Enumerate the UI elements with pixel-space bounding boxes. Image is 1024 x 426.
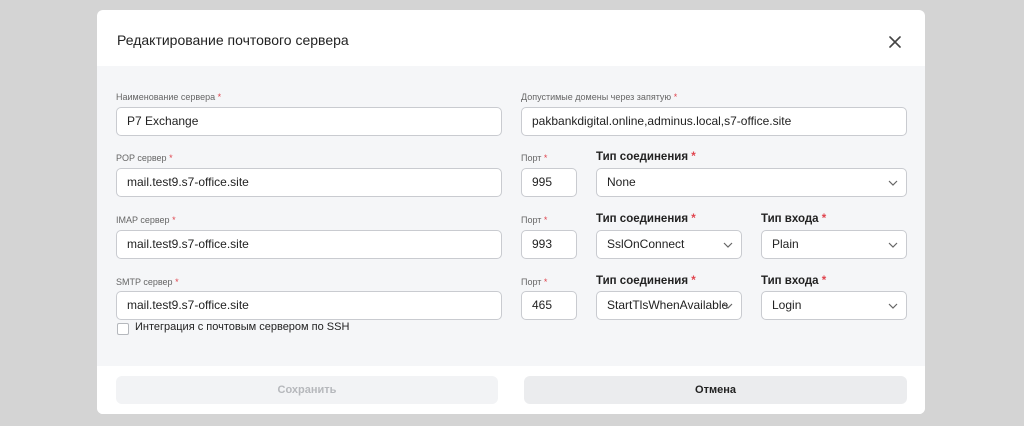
chevron-down-icon [888,180,898,186]
imap-server-input[interactable]: mail.test9.s7-office.site [116,230,502,259]
chevron-down-icon [888,242,898,248]
imap-server-label: IMAP сервер * [116,215,176,225]
smtp-port-input[interactable]: 465 [521,291,577,320]
server-name-label: Наименование сервера * [116,92,222,102]
smtp-connection-type-value: StartTlsWhenAvailable [607,298,729,312]
ssh-integration-label[interactable]: Интеграция с почтовым сервером по SSH [135,321,349,333]
smtp-connection-type-select[interactable]: StartTlsWhenAvailable [596,291,742,320]
dialog-footer: Сохранить Отмена [97,366,925,414]
pop-connection-type-label: Тип соединения * [596,151,696,163]
smtp-connection-type-label: Тип соединения * [596,275,696,287]
pop-port-input[interactable]: 995 [521,168,577,197]
chevron-down-icon [888,303,898,309]
imap-port-input[interactable]: 993 [521,230,577,259]
edit-mail-server-dialog: Редактирование почтового сервера Наимено… [97,10,925,414]
pop-connection-type-select[interactable]: None [596,168,907,197]
pop-server-label: POP сервер * [116,153,173,163]
smtp-port-label: Порт * [521,277,548,287]
pop-port-label: Порт * [521,153,548,163]
smtp-login-type-value: Login [772,298,802,312]
dialog-header: Редактирование почтового сервера [97,10,925,66]
imap-login-type-value: Plain [772,237,799,251]
close-icon [889,36,901,48]
smtp-server-label: SMTP сервер * [116,277,179,287]
dialog-title: Редактирование почтового сервера [117,32,349,48]
imap-connection-type-value: SslOnConnect [607,237,685,251]
chevron-down-icon [723,242,733,248]
chevron-down-icon [723,303,733,309]
imap-login-type-select[interactable]: Plain [761,230,907,259]
cancel-button[interactable]: Отмена [524,376,907,404]
imap-port-label: Порт * [521,215,548,225]
smtp-login-type-select[interactable]: Login [761,291,907,320]
smtp-login-type-label: Тип входа * [761,275,827,287]
smtp-server-input[interactable]: mail.test9.s7-office.site [116,291,502,320]
domains-label: Допустимые домены через запятую * [521,92,678,102]
server-name-input[interactable]: P7 Exchange [116,107,502,136]
imap-login-type-label: Тип входа * [761,213,827,225]
domains-input[interactable]: pakbankdigital.online,adminus.local,s7-o… [521,107,907,136]
pop-connection-type-value: None [607,175,636,189]
ssh-integration-checkbox[interactable] [117,323,129,335]
pop-server-input[interactable]: mail.test9.s7-office.site [116,168,502,197]
save-button[interactable]: Сохранить [116,376,498,404]
close-button[interactable] [883,30,907,54]
imap-connection-type-label: Тип соединения * [596,213,696,225]
imap-connection-type-select[interactable]: SslOnConnect [596,230,742,259]
